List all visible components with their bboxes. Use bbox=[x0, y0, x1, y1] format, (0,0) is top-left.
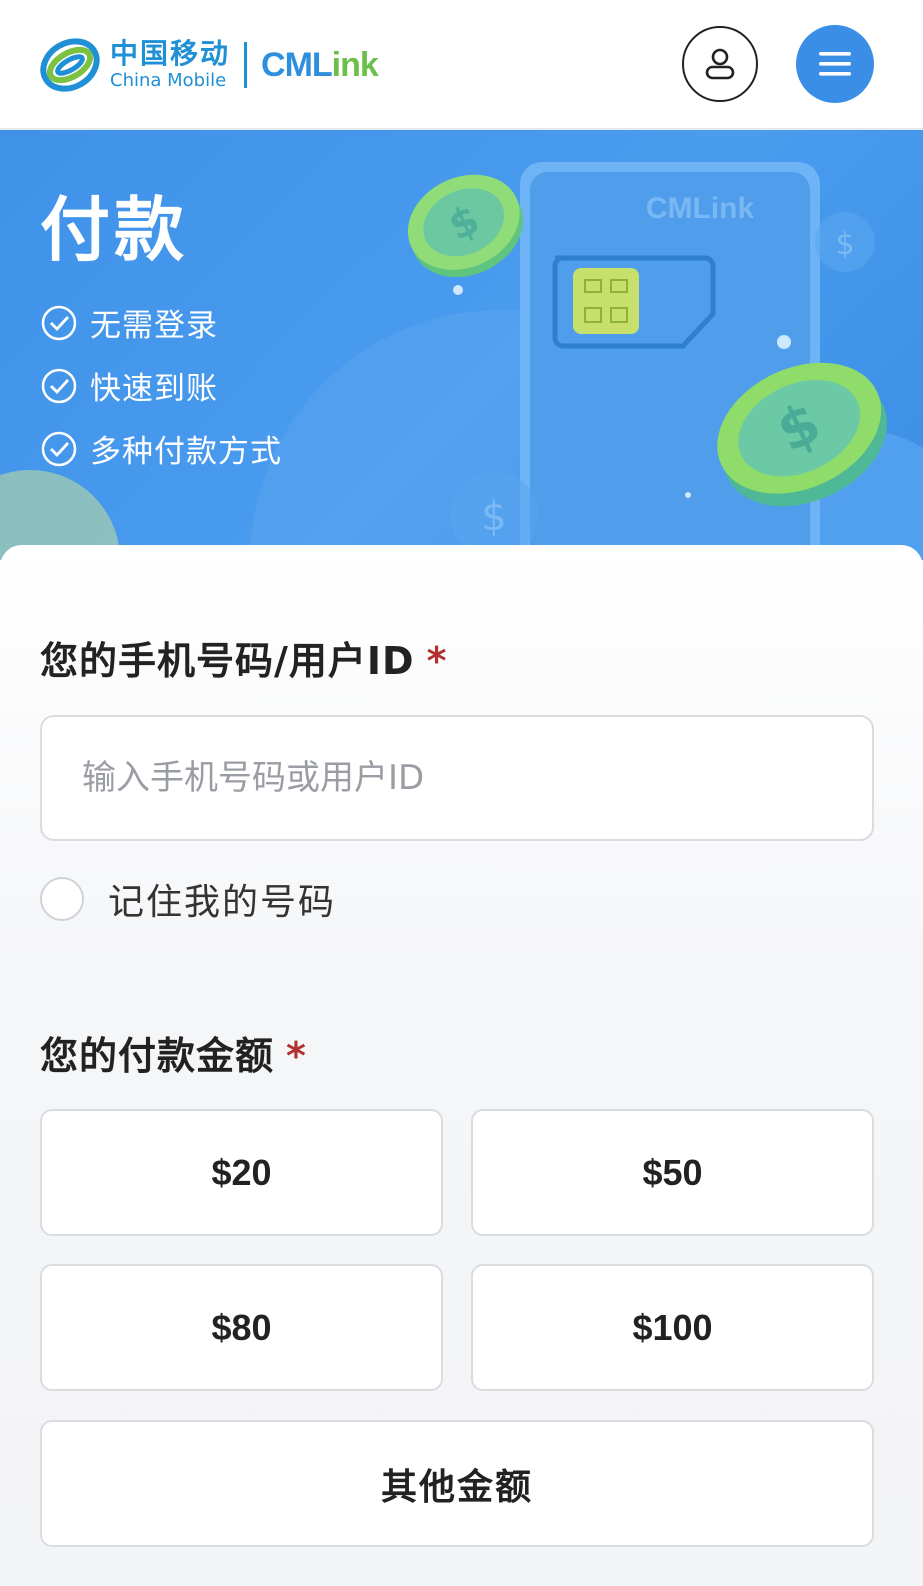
remember-radio[interactable] bbox=[40, 877, 84, 921]
phone-input[interactable] bbox=[40, 715, 874, 841]
amount-20-button[interactable]: $20 bbox=[40, 1109, 443, 1236]
remember-label: 记住我的号码 bbox=[108, 882, 337, 923]
svg-text:$: $ bbox=[835, 227, 854, 262]
remember-number-checkbox[interactable]: 记住我的号码 bbox=[40, 873, 336, 925]
menu-icon bbox=[819, 52, 851, 76]
logo-english-text: China Mobile bbox=[110, 70, 227, 91]
amount-80-button[interactable]: $80 bbox=[40, 1264, 443, 1391]
required-mark: * bbox=[426, 639, 448, 683]
china-mobile-logo[interactable]: 中国移动 China Mobile CMLink bbox=[38, 30, 379, 100]
feature-multiple-methods: 多种付款方式 bbox=[40, 426, 282, 471]
sim-card-illustration: CMLink $ $ $ $ bbox=[407, 162, 888, 560]
china-mobile-logo-icon bbox=[40, 38, 100, 92]
page-title: 付款 bbox=[40, 189, 188, 271]
top-header: 中国移动 China Mobile CMLink bbox=[0, 0, 923, 130]
user-icon bbox=[705, 48, 735, 80]
check-circle-icon bbox=[41, 431, 77, 466]
amount-label: 您的付款金额 * bbox=[40, 1034, 307, 1078]
amount-50-button[interactable]: $50 bbox=[471, 1109, 874, 1236]
menu-button[interactable] bbox=[796, 25, 874, 103]
feature-no-login: 无需登录 bbox=[40, 300, 218, 345]
cmlink-logo: CMLink bbox=[261, 45, 379, 84]
logo-chinese-text: 中国移动 bbox=[110, 37, 231, 70]
payment-form: 您的手机号码/用户ID* 记住我的号码 您的付款金额* $20 $50 $80 … bbox=[0, 545, 923, 1586]
logo-divider bbox=[244, 42, 248, 88]
feature-fast-arrival: 快速到账 bbox=[40, 363, 218, 408]
account-button[interactable] bbox=[682, 26, 758, 102]
check-circle-icon bbox=[41, 305, 77, 340]
required-mark: * bbox=[286, 1034, 307, 1078]
check-circle-icon bbox=[41, 368, 77, 403]
svg-text:CMLink: CMLink bbox=[646, 192, 755, 225]
svg-text:$: $ bbox=[481, 494, 506, 540]
other-amount-button[interactable]: 其他金额 bbox=[40, 1420, 874, 1547]
phone-label: 您的手机号码/用户ID * bbox=[40, 639, 448, 683]
amount-100-button[interactable]: $100 bbox=[471, 1264, 874, 1391]
payment-banner: 付款 无需登录 快速到账 多种付款方式 CMLink $ $ $ $ bbox=[0, 130, 923, 560]
